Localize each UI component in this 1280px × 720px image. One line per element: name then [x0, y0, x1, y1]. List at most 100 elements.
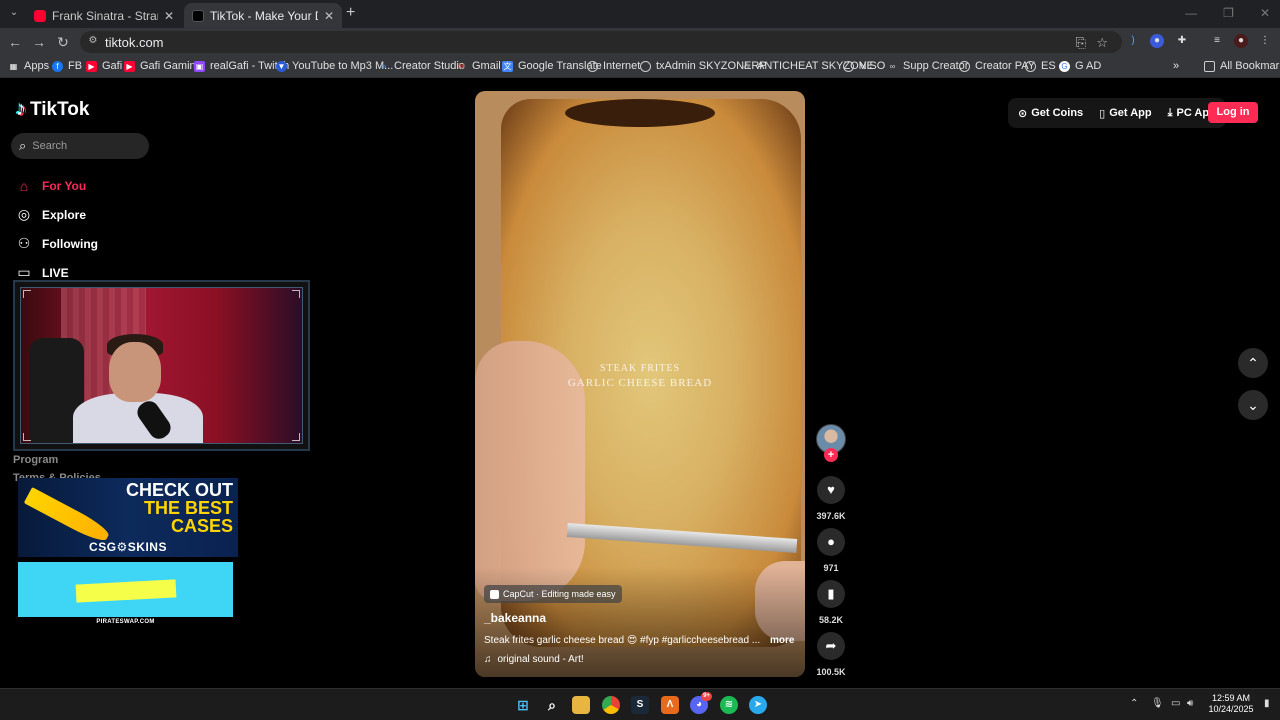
volume-icon[interactable]: 🔊︎ [1187, 698, 1193, 709]
comment-button[interactable]: ● [817, 528, 845, 556]
file-explorer-icon[interactable] [572, 696, 590, 714]
coin-icon: ⊙ [1018, 107, 1028, 120]
get-app-button[interactable]: ▯ Get App [1099, 107, 1151, 120]
tab-search-icon[interactable]: ⌄ [6, 5, 22, 21]
close-tab-icon[interactable]: ✕ [324, 9, 334, 23]
address-bar[interactable]: ⚙ tiktok.com ⎘ ☆ [80, 31, 1122, 53]
site-info-icon[interactable]: ⚙ [86, 35, 100, 49]
bookmark-twitch[interactable]: ▣ realGafi - Twitch [194, 60, 289, 72]
header-actions: ⊙ Get Coins ▯ Get App ⤓ PC App [1008, 98, 1226, 128]
capcut-badge[interactable]: CapCut · Editing made easy [484, 585, 622, 603]
bookmark-supp-creator[interactable]: ∞ Supp Creator [887, 60, 969, 72]
more-bookmarks-icon[interactable]: » [1173, 60, 1179, 72]
ad-headline-1: CHECK OUT [126, 480, 233, 500]
music-note-icon: ♫ [484, 654, 492, 665]
network-icon[interactable]: ▭ [1171, 698, 1180, 709]
video-player[interactable]: STEAK FRITES GARLIC CHEESE BREAD CapCut … [475, 91, 805, 677]
logo-text: TikTok [30, 98, 90, 120]
close-tab-icon[interactable]: ✕ [164, 9, 174, 23]
all-bookmarks-button[interactable]: All Bookmarks [1204, 60, 1280, 72]
tab-frank-sinatra[interactable]: Frank Sinatra - Strangers In The Night ✕ [26, 3, 182, 28]
new-tab-icon[interactable]: + [346, 5, 355, 21]
video-author[interactable]: _bakeanna [484, 611, 546, 625]
live-tv-icon: ▭ [17, 264, 31, 280]
bookmark-gmail[interactable]: M Gmail [456, 60, 501, 72]
previous-video-chevron-up-icon[interactable]: ⌃ [1238, 348, 1268, 378]
following-icon: ⚇ [17, 235, 31, 251]
media-control-icon[interactable]: ≡ [1210, 34, 1224, 48]
forward-icon[interactable]: → [30, 33, 48, 51]
google-icon: G [1059, 60, 1070, 72]
taskbar-clock[interactable]: 12:59 AM 10/24/2025 [1205, 693, 1257, 715]
app-icon[interactable]: Λ [661, 696, 679, 714]
extensions-puzzle-icon[interactable]: ✚ [1175, 34, 1189, 48]
install-app-icon[interactable]: ⎘ [1076, 35, 1086, 51]
follow-plus-icon[interactable]: + [824, 448, 838, 462]
bookmark-label: Internet [603, 60, 641, 72]
bookmark-label: Creator Studio [394, 60, 465, 72]
knife-graphic [23, 487, 112, 546]
windows-start-icon[interactable]: ⊞ [514, 696, 532, 714]
bookmark-gafi[interactable]: ▶ Gafi [86, 60, 122, 72]
bookmark-es[interactable]: ES [1025, 60, 1056, 72]
tray-overflow-chevron-icon[interactable]: ⌃ [1130, 698, 1138, 709]
bookmark-gafi-gaming[interactable]: ▶ Gafi Gaming [124, 60, 202, 72]
tiktok-logo-icon: ♪ [16, 98, 26, 120]
reload-icon[interactable]: ↻ [54, 33, 72, 51]
minimize-icon[interactable]: — [1185, 6, 1197, 20]
get-coins-button[interactable]: ⊙ Get Coins [1018, 107, 1083, 120]
sidebar-item-for-you[interactable]: ⌂ For You [16, 171, 98, 200]
bookmark-yt-mp3[interactable]: ▼ YouTube to Mp3 M... [276, 60, 393, 72]
youtube-icon [34, 9, 46, 22]
phone-icon: ▯ [1099, 107, 1106, 120]
footer-program-link[interactable]: Program [13, 454, 58, 466]
telegram-icon[interactable]: ➤ [749, 696, 767, 714]
tab-tiktok[interactable]: TikTok - Make Your Day ✕ [184, 3, 342, 28]
discord-badge: 9+ [701, 692, 712, 701]
chrome-icon[interactable] [602, 696, 620, 714]
ad-headline-3: CASES [170, 516, 233, 536]
microphone-icon[interactable]: 🎙︎ [1151, 698, 1164, 709]
sidebar-item-explore[interactable]: ◎ Explore [16, 200, 98, 229]
bookmark-fb[interactable]: f FB [52, 60, 82, 72]
bookmark-label: Gafi [102, 60, 123, 72]
search-input[interactable] [32, 140, 133, 152]
sidebar-item-following[interactable]: ⚇ Following [16, 229, 98, 258]
sidebar-item-label: Following [42, 236, 98, 251]
spotify-icon[interactable]: ≋ [720, 696, 738, 714]
ad-headline-2: THE BEST [143, 498, 233, 518]
search-box[interactable]: ⌕ [11, 133, 149, 159]
notification-icon[interactable]: ▮ [1264, 698, 1270, 709]
maximize-icon[interactable]: ❐ [1223, 6, 1234, 20]
extension-icon[interactable]: ● [1150, 34, 1164, 48]
globe-icon [1025, 60, 1036, 72]
bookmark-internet[interactable]: Internet [587, 60, 640, 72]
tiktok-logo[interactable]: ♪ TikTok [16, 98, 89, 121]
search-icon[interactable]: ⌕ [543, 696, 561, 714]
bookmarks-bar: ▦ Apps f FB ▶ Gafi ▶ Gafi Gaming ▣ realGafi -… [0, 56, 1280, 78]
bookmark-apps[interactable]: ▦ Apps [8, 60, 49, 72]
save-button[interactable]: ▮ [817, 580, 845, 608]
close-window-icon[interactable]: ✕ [1260, 6, 1270, 20]
heart-icon: ♥ [827, 482, 835, 497]
bookmark-label: FB [68, 60, 83, 72]
caption-more-button[interactable]: more [770, 635, 794, 646]
video-caption: Steak frites garlic cheese bread 😍 #fyp … [484, 635, 761, 646]
folder-icon [1204, 60, 1215, 72]
extension-icon[interactable]: ) [1126, 34, 1140, 48]
bookmark-creator-studio[interactable]: ∞ Creator Studio [378, 60, 465, 72]
bookmark-viso[interactable]: VISO [843, 60, 885, 72]
back-icon[interactable]: ← [6, 33, 24, 51]
steam-icon[interactable]: S [631, 696, 649, 714]
video-sound[interactable]: ♫ original sound - Art! [484, 654, 584, 665]
like-button[interactable]: ♥ [817, 476, 845, 504]
bookmark-star-icon[interactable]: ☆ [1096, 35, 1108, 51]
bookmark-g-ad[interactable]: G G AD [1059, 60, 1101, 72]
menu-kebab-icon[interactable]: ⋮ [1258, 34, 1272, 48]
share-button[interactable]: ➦ [817, 632, 845, 660]
bookmark-creator-pay[interactable]: Creator PAY [959, 60, 1035, 72]
profile-avatar[interactable]: ● [1234, 34, 1248, 48]
login-button[interactable]: Log in [1208, 102, 1258, 123]
next-video-chevron-down-icon[interactable]: ⌄ [1238, 390, 1268, 420]
globe-icon [587, 60, 598, 72]
